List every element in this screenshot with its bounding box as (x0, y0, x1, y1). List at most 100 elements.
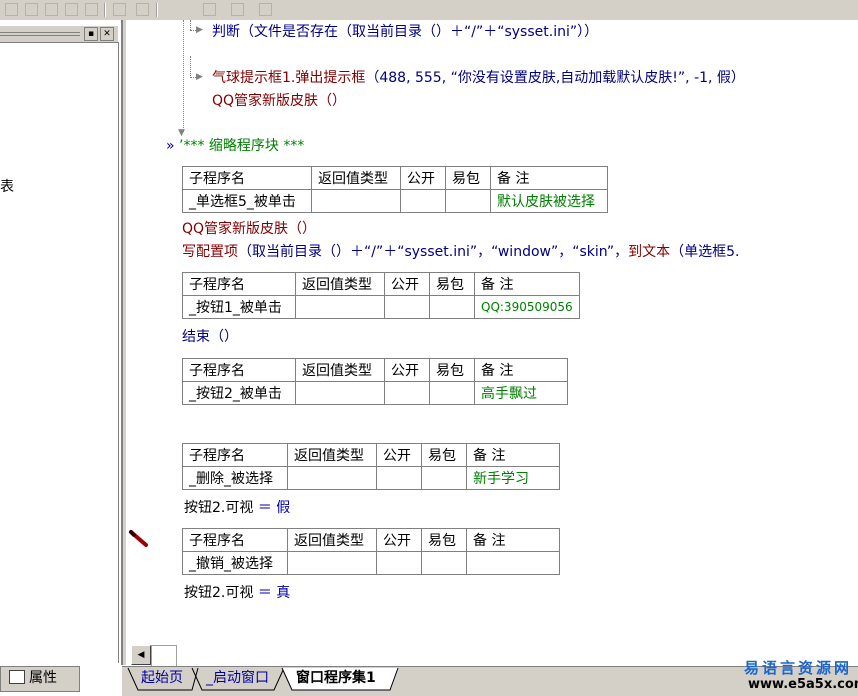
code-line-balloon[interactable]: 气球提示框1.弹出提示框（488, 555, “你没有设置皮肤,自动加载默认皮肤… (212, 69, 745, 87)
align-top-icon[interactable] (42, 1, 60, 18)
return-type-cell[interactable] (295, 381, 385, 405)
return-type-cell[interactable] (295, 295, 385, 319)
header-public: 公开 (376, 528, 422, 552)
public-cell[interactable] (384, 381, 430, 405)
package-cell[interactable] (421, 551, 467, 575)
code-line-visible-true[interactable]: 按钮2.可视 ＝ 真 (184, 584, 290, 602)
return-type-cell[interactable] (287, 466, 377, 490)
header-public: 公开 (384, 358, 430, 382)
public-cell[interactable] (400, 189, 446, 213)
header-package: 易包 (429, 272, 475, 296)
flow-line (190, 56, 191, 78)
header-package: 易包 (421, 528, 467, 552)
subroutine-name[interactable]: _按钮2_被单击 (182, 381, 296, 405)
subroutine-name[interactable]: _按钮1_被单击 (182, 295, 296, 319)
header-public: 公开 (376, 443, 422, 467)
operator: ＝ (257, 585, 272, 601)
header-name: 子程序名 (182, 443, 288, 467)
code-line-skin[interactable]: QQ管家新版皮肤（） (182, 220, 316, 238)
public-cell[interactable] (384, 295, 430, 319)
code-line-write-config[interactable]: 写配置项（取当前目录（）＋“/”＋“sysset.ini”，“window”，“… (182, 243, 740, 261)
watermark-url: www.e5a5x.com (748, 677, 858, 692)
header-note: 备 注 (466, 443, 560, 467)
object-property: 按钮2.可视 (184, 585, 254, 601)
code-line-if[interactable]: 判断（文件是否存在（取当前目录（）＋“/”＋“sysset.ini”）） (212, 23, 598, 41)
watermark-title: 易语言资源网 (744, 659, 853, 677)
comment: ’*** 缩略程序块 *** (179, 138, 305, 154)
header-note: 备 注 (474, 358, 568, 382)
toolbar-separator (104, 3, 106, 17)
close-icon[interactable]: ✕ (100, 27, 114, 41)
header-return-type: 返回值类型 (295, 272, 385, 296)
tab-startup-window[interactable]: _启动窗口 (206, 667, 269, 689)
flow-line (190, 20, 191, 30)
left-panel-titlebar: ▪ ✕ (0, 26, 118, 42)
align-bottom-icon[interactable] (82, 1, 100, 18)
function-call: 到文本 (628, 244, 671, 260)
code-expression: （文件是否存在（取当前目录（）＋“/”＋“sysset.ini”）） (240, 24, 599, 40)
code-line-visible-false[interactable]: 按钮2.可视 ＝ 假 (184, 499, 290, 517)
titlebar-grip (0, 35, 80, 36)
operator: ＝ (257, 500, 272, 516)
function-call: 气球提示框1.弹出提示框 (212, 70, 366, 86)
tab-window-set[interactable]: 窗口程序集1 (296, 667, 376, 689)
subroutine-name[interactable]: _单选框5_被单击 (182, 189, 312, 213)
package-cell[interactable] (429, 295, 475, 319)
subroutine-table: 子程序名 返回值类型 公开 易包 备 注 _单选框5_被单击 默认皮肤被选择 (182, 166, 608, 213)
note-cell[interactable]: 默认皮肤被选择 (490, 189, 608, 213)
properties-icon (9, 670, 25, 684)
flow-line (183, 20, 184, 132)
vcenter-icon[interactable] (228, 1, 246, 18)
header-package: 易包 (429, 358, 475, 382)
restore-icon[interactable]: ▪ (84, 27, 98, 41)
bool-value: 真 (276, 585, 291, 601)
note-cell[interactable]: QQ:390509056 (474, 295, 580, 319)
toolbar-separator (156, 3, 158, 17)
code-line-end[interactable]: 结束（） (182, 328, 238, 346)
align-center-icon[interactable] (22, 1, 40, 18)
header-note: 备 注 (490, 166, 608, 190)
subroutine-name[interactable]: _撤销_被选择 (182, 551, 288, 575)
tab-start-page[interactable]: 起始页 (141, 667, 183, 689)
collapsed-block[interactable]: » ’*** 缩略程序块 *** (166, 137, 304, 155)
package-cell[interactable] (421, 466, 467, 490)
header-return-type: 返回值类型 (295, 358, 385, 382)
return-type-cell[interactable] (311, 189, 401, 213)
flow-arrow-icon: ▶ (196, 25, 203, 35)
public-cell[interactable] (376, 551, 422, 575)
header-name: 子程序名 (182, 358, 296, 382)
code-line-skin[interactable]: QQ管家新版皮肤（） (212, 92, 346, 110)
scroll-left-icon[interactable]: ◀ (131, 645, 151, 665)
subroutine-table: 子程序名 返回值类型 公开 易包 备 注 _按钮1_被单击 QQ:3905090… (182, 272, 580, 319)
subroutine-table: 子程序名 返回值类型 公开 易包 备 注 _删除_被选择 新手学习 (182, 443, 560, 490)
hspace-icon[interactable] (110, 1, 128, 18)
hcenter-icon[interactable] (200, 1, 218, 18)
package-cell[interactable] (445, 189, 491, 213)
keyword: 判断 (212, 24, 240, 40)
scrollbar-track[interactable] (151, 645, 177, 667)
center-icon[interactable] (256, 1, 274, 18)
header-package: 易包 (445, 166, 491, 190)
toolbar (0, 0, 858, 21)
tab-properties[interactable]: 属性 (0, 666, 80, 692)
note-cell[interactable] (466, 551, 560, 575)
note-cell[interactable]: 新手学习 (466, 466, 560, 490)
header-note: 备 注 (474, 272, 580, 296)
align-left-icon[interactable] (2, 1, 20, 18)
subroutine-table: 子程序名 返回值类型 公开 易包 备 注 _按钮2_被单击 高手飘过 (182, 358, 568, 405)
bool-value: 假 (276, 500, 291, 516)
return-type-cell[interactable] (287, 551, 377, 575)
header-package: 易包 (421, 443, 467, 467)
vspace-icon[interactable] (133, 1, 151, 18)
align-right-icon[interactable] (62, 1, 80, 18)
package-cell[interactable] (429, 381, 475, 405)
header-return-type: 返回值类型 (311, 166, 401, 190)
header-name: 子程序名 (182, 528, 288, 552)
pencil-icon[interactable] (128, 528, 150, 550)
code-args: （488, 555, “你没有设置皮肤,自动加载默认皮肤!”, -1, 假） (365, 70, 745, 86)
left-panel-content (0, 42, 119, 663)
public-cell[interactable] (376, 466, 422, 490)
note-cell[interactable]: 高手飘过 (474, 381, 568, 405)
subroutine-name[interactable]: _删除_被选择 (182, 466, 288, 490)
expand-icon[interactable]: » (166, 138, 175, 154)
